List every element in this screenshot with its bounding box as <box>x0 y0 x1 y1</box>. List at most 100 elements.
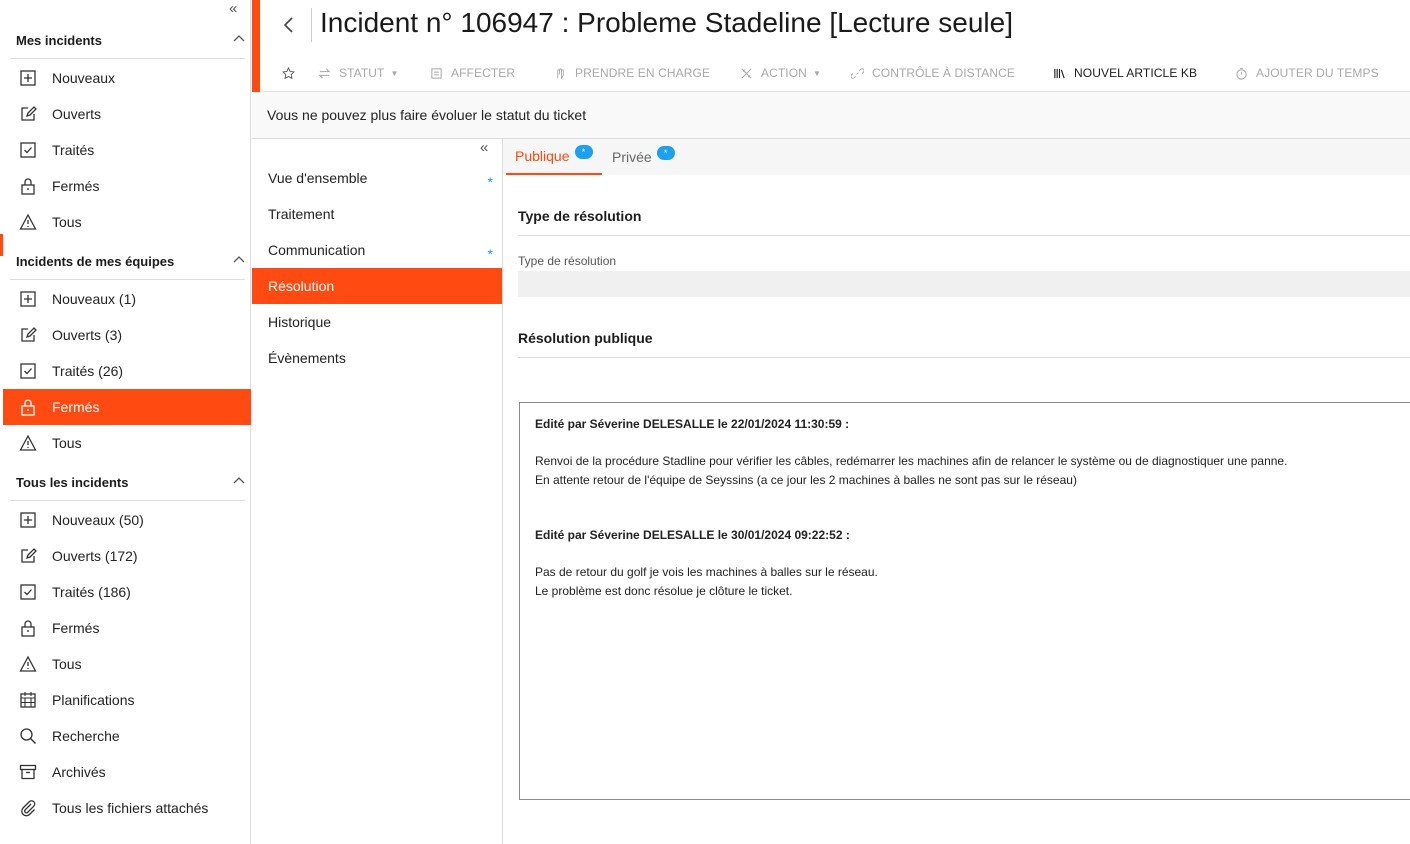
sidebar-item-tous-ouverts[interactable]: Ouverts (172) <box>3 538 251 574</box>
sidebar-item-mes-fermes[interactable]: Fermés <box>3 168 251 204</box>
subnav-item-historique[interactable]: Historique <box>252 304 502 340</box>
lock-icon <box>21 178 35 195</box>
sidebar-item-mes-traites[interactable]: Traités <box>3 132 251 168</box>
sidebar-item-tous-tous[interactable]: Tous <box>3 646 251 682</box>
calendar-icon <box>20 692 36 708</box>
subnav-item-label: Évènements <box>268 350 346 366</box>
check-square-icon <box>20 142 36 158</box>
sidebar-item-archives[interactable]: Archivés <box>3 754 251 790</box>
sidebar-item-label: Ouverts <box>52 106 102 122</box>
sidebar-item-recherche[interactable]: Recherche <box>3 718 251 754</box>
sidebar-item-equipes-nouveaux[interactable]: Nouveaux (1) <box>3 281 251 317</box>
sidebar-item-label: Planifications <box>52 692 135 708</box>
subnav-item-traitement[interactable]: Traitement <box>252 196 502 232</box>
readonly-notice: Vous ne pouvez plus faire évoluer le sta… <box>252 92 1410 139</box>
sidebar-item-equipes-traites[interactable]: Traités (26) <box>3 353 251 389</box>
nouvel-article-kb-button[interactable]: NOUVEL ARTICLE KB <box>1053 58 1197 88</box>
sidebar-item-tous-fermes[interactable]: Fermés <box>3 610 251 646</box>
subnav-item-communication[interactable]: Communication * <box>252 232 502 268</box>
search-icon <box>20 728 36 744</box>
subnav-item-evenements[interactable]: Évènements <box>252 340 502 376</box>
sidebar-item-mes-ouverts[interactable]: Ouverts <box>3 96 251 132</box>
header-accent-bar <box>252 0 260 92</box>
section-header-tous-incidents[interactable]: Tous les incidents <box>16 471 246 493</box>
affecter-button[interactable]: AFFECTER <box>430 58 515 88</box>
entry-header: Edité par Séverine DELESALLE le 30/01/20… <box>535 528 850 542</box>
prendre-en-charge-label: PRENDRE EN CHARGE <box>575 66 711 80</box>
sidebar-item-fichiers-attaches[interactable]: Tous les fichiers attachés <box>3 790 251 826</box>
sidebar-item-tous-nouveaux[interactable]: Nouveaux (50) <box>3 502 251 538</box>
sidebar-item-label: Fermés <box>52 620 100 636</box>
divider <box>10 58 245 59</box>
sidebar-item-label: Nouveaux (50) <box>52 512 144 528</box>
assign-icon <box>431 67 442 79</box>
chevron-up-icon[interactable] <box>232 474 246 488</box>
nouvel-article-kb-label: NOUVEL ARTICLE KB <box>1074 66 1198 80</box>
sidebar-item-label: Tous <box>52 214 82 230</box>
sidebar-item-equipes-fermes[interactable]: Fermés <box>3 389 251 425</box>
sidebar-item-label: Traités (186) <box>52 584 131 600</box>
title-separator <box>311 8 312 42</box>
warning-icon <box>19 655 37 672</box>
sidebar-item-tous-traites[interactable]: Traités (186) <box>3 574 251 610</box>
section-title: Tous les incidents <box>16 474 129 490</box>
sidebar: « Mes incidents Nouveaux Ouverts Traités… <box>0 0 251 844</box>
tab-publique[interactable]: Publique * <box>506 139 602 175</box>
public-resolution-text: Edité par Séverine DELESALLE le 22/01/20… <box>519 402 1410 800</box>
sidebar-item-label: Traités <box>52 142 95 158</box>
collapse-subnav-icon[interactable]: « <box>480 139 488 156</box>
controle-distance-label: CONTRÔLE À DISTANCE <box>872 66 1016 80</box>
statut-button[interactable]: STATUT ▼ <box>318 58 399 88</box>
paperclip-icon <box>21 800 36 817</box>
sidebar-item-label: Tous les fichiers attachés <box>52 800 209 816</box>
archive-icon <box>19 764 37 780</box>
sidebar-item-planifications[interactable]: Planifications <box>3 682 251 718</box>
favorite-button[interactable] <box>282 58 303 88</box>
section-title-resolution-publique: Résolution publique <box>518 330 653 346</box>
controle-distance-button[interactable]: CONTRÔLE À DISTANCE <box>851 58 1015 88</box>
lock-icon <box>21 399 35 416</box>
sidebar-item-label: Tous <box>52 435 82 451</box>
warning-icon <box>19 213 37 230</box>
chevron-up-icon[interactable] <box>232 32 246 46</box>
app-window: « Mes incidents Nouveaux Ouverts Traités… <box>0 0 1410 844</box>
tab-privee[interactable]: Privée * <box>603 139 684 175</box>
caret-down-icon: ▼ <box>390 68 399 78</box>
entry-line: Le problème est donc résolue je clôture … <box>535 583 793 598</box>
entry-line: En attente retour de l'équipe de Seyssin… <box>535 472 1077 487</box>
section-title-type-resolution: Type de résolution <box>518 208 642 224</box>
edit-icon <box>21 548 37 563</box>
page-title: Incident n° 106947 : Probleme Stadeline … <box>320 7 1013 38</box>
tab-label: Privée <box>612 149 652 165</box>
swap-icon <box>318 67 331 79</box>
books-icon <box>1054 68 1065 78</box>
lock-icon <box>21 620 35 637</box>
sidebar-item-mes-nouveaux[interactable]: Nouveaux <box>3 60 251 96</box>
section-header-mes-incidents[interactable]: Mes incidents <box>16 29 246 51</box>
sidebar-item-equipes-tous[interactable]: Tous <box>3 425 251 461</box>
warning-icon <box>19 434 37 451</box>
prendre-en-charge-button[interactable]: PRENDRE EN CHARGE <box>554 58 710 88</box>
entry-line: Pas de retour du golf je vois les machin… <box>535 565 878 579</box>
entry-line: Renvoi de la procédure Stadline pour vér… <box>535 454 1288 468</box>
back-arrow-icon[interactable] <box>280 14 298 36</box>
sidebar-item-label: Ouverts (172) <box>52 548 138 564</box>
toolbar: STATUT ▼ AFFECTER PRENDRE EN CHARGE ACTIO… <box>260 58 1410 91</box>
sidebar-item-label: Archivés <box>52 764 106 780</box>
plus-square-icon <box>20 70 36 86</box>
ajouter-temps-button[interactable]: AJOUTER DU TEMPS <box>1235 58 1379 88</box>
sidebar-item-label: Traités (26) <box>52 363 124 379</box>
sidebar-item-equipes-ouverts[interactable]: Ouverts (3) <box>3 317 251 353</box>
type-resolution-label: Type de résolution <box>518 254 617 268</box>
section-header-incidents-equipes[interactable]: Incidents de mes équipes <box>16 250 246 272</box>
entry-header: Edité par Séverine DELESALLE le 22/01/20… <box>535 417 850 431</box>
action-button[interactable]: ACTION ▼ <box>740 58 821 88</box>
subnav-item-resolution[interactable]: Résolution <box>252 268 502 304</box>
subnav-item-vue-ensemble[interactable]: Vue d'ensemble * <box>252 160 502 196</box>
type-resolution-field <box>518 271 1410 297</box>
chevron-up-icon[interactable] <box>232 253 246 267</box>
collapse-sidebar-icon[interactable]: « <box>229 0 237 17</box>
sidebar-item-mes-tous[interactable]: Tous <box>3 204 251 240</box>
divider <box>10 279 245 280</box>
timer-icon <box>1236 67 1247 80</box>
